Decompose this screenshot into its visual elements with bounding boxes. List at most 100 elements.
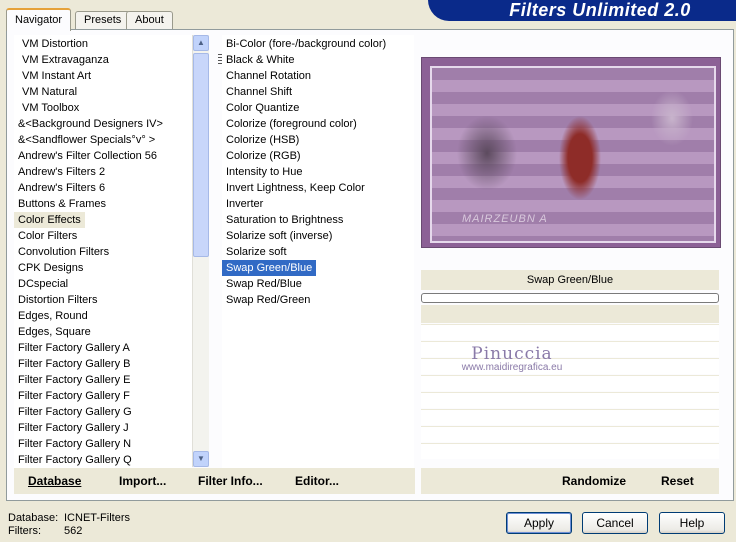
parameter-row [421,443,719,459]
filter-item[interactable]: Swap Red/Blue [222,276,414,292]
category-item[interactable]: Color Effects [14,212,192,228]
category-item[interactable]: &<Sandflower Specials°v° > [14,132,192,148]
filter-label: Color Quantize [226,102,300,114]
filter-item[interactable]: Channel Rotation [222,68,414,84]
category-item[interactable]: &<Background Designers IV> [14,116,192,132]
category-item[interactable]: Color Filters [14,228,192,244]
category-item[interactable]: Andrew's Filters 6 [14,180,192,196]
progress-bar [421,293,719,303]
category-label: Filter Factory Gallery N [18,438,132,450]
database-button[interactable]: Database [28,474,81,488]
category-item[interactable]: DCspecial [14,276,192,292]
category-label: Andrew's Filter Collection 56 [18,150,158,162]
category-item[interactable]: Filter Factory Gallery G [14,404,192,420]
filter-item[interactable]: Color Quantize [222,100,414,116]
scroll-thumb[interactable] [193,53,209,257]
parameter-header [421,305,719,323]
help-button[interactable]: Help [659,512,725,534]
apply-button[interactable]: Apply [506,512,572,534]
category-scrollbar[interactable]: ▲ ▼ [192,35,209,467]
filter-item[interactable]: Inverter [222,196,414,212]
filter-item[interactable]: Colorize (HSB) [222,132,414,148]
category-list[interactable]: VM Distortion VM Extravaganza VM Instant A… [14,35,192,468]
category-item[interactable]: Buttons & Frames [14,196,192,212]
category-item[interactable]: Convolution Filters [14,244,192,260]
filter-label: Bi-Color (fore-/background color) [226,38,387,50]
randomize-button[interactable]: Randomize [562,474,626,488]
category-label: VM Instant Art [22,70,92,82]
filter-item[interactable]: Saturation to Brightness [222,212,414,228]
scroll-down-button[interactable]: ▼ [193,451,209,467]
category-item[interactable]: VM Natural [14,84,192,100]
category-item[interactable]: Filter Factory Gallery B [14,356,192,372]
filter-item[interactable]: Bi-Color (fore-/background color) [222,36,414,52]
filter-item[interactable]: Solarize soft [222,244,414,260]
tab-navigator[interactable]: Navigator [6,8,72,31]
category-item[interactable]: Filter Factory Gallery E [14,372,192,388]
filter-item[interactable]: Swap Green/Blue [222,260,414,276]
category-item[interactable]: Edges, Round [14,308,192,324]
tab-about[interactable]: About [126,11,173,29]
category-label: Andrew's Filters 6 [18,182,106,194]
filter-item[interactable]: Black & White [222,52,414,68]
category-item[interactable]: CPK Designs [14,260,192,276]
category-item[interactable]: VM Distortion [14,36,192,52]
category-label: Filter Factory Gallery B [18,358,131,370]
database-status-label: Database: [8,512,59,524]
category-item[interactable]: Filter Factory Gallery A [14,340,192,356]
filter-item[interactable]: Solarize soft (inverse) [222,228,414,244]
category-label: &<Background Designers IV> [18,118,163,130]
category-item[interactable]: Andrew's Filters 2 [14,164,192,180]
parameter-row [421,324,719,340]
filter-item[interactable]: Channel Shift [222,84,414,100]
filters-status-value: 562 [64,525,83,537]
database-status: Database: ICNET-Filters [8,512,130,524]
category-label: VM Distortion [22,38,89,50]
category-label: CPK Designs [18,262,84,274]
selected-filter-name: Swap Green/Blue [421,270,719,290]
import-button[interactable]: Import... [119,474,166,488]
filter-label: Swap Red/Green [226,294,311,306]
category-item[interactable]: Distortion Filters [14,292,192,308]
preview-caption: MAIRZEUBN A [462,213,548,225]
category-item[interactable]: Filter Factory Gallery Q [14,452,192,468]
category-item[interactable]: VM Instant Art [14,68,192,84]
watermark-url: www.maidiregrafica.eu [461,362,563,373]
category-label: Color Effects [14,212,85,228]
editor-button[interactable]: Editor... [295,474,339,488]
filter-item[interactable]: Swap Red/Green [222,292,414,308]
category-item[interactable]: VM Toolbox [14,100,192,116]
category-label: Buttons & Frames [18,198,107,210]
category-label: VM Extravaganza [22,54,109,66]
filters-status-label: Filters: [8,525,41,537]
category-label: Filter Factory Gallery F [18,390,130,402]
reset-button[interactable]: Reset [661,474,694,488]
filter-label: Saturation to Brightness [226,214,344,226]
category-item[interactable]: Filter Factory Gallery F [14,388,192,404]
tab-presets[interactable]: Presets [75,11,131,29]
category-item[interactable]: Filter Factory Gallery J [14,420,192,436]
category-label: Andrew's Filters 2 [18,166,106,178]
filter-list[interactable]: Bi-Color (fore-/background color) Black &… [222,35,414,468]
filter-label: Solarize soft [226,246,287,258]
category-label: &<Sandflower Specials°v° > [18,134,156,146]
category-item[interactable]: VM Extravaganza [14,52,192,68]
category-label: Filter Factory Gallery J [18,422,129,434]
category-item[interactable]: Andrew's Filter Collection 56 [14,148,192,164]
filter-item[interactable]: Invert Lightness, Keep Color [222,180,414,196]
filter-item[interactable]: Intensity to Hue [222,164,414,180]
cancel-button[interactable]: Cancel [582,512,648,534]
filter-label: Channel Rotation [226,70,312,82]
category-label: Filter Factory Gallery E [18,374,131,386]
category-item[interactable]: Edges, Square [14,324,192,340]
filter-item[interactable]: Colorize (RGB) [222,148,414,164]
filter-label: Invert Lightness, Keep Color [226,182,365,194]
category-label: VM Natural [22,86,78,98]
category-item[interactable]: Filter Factory Gallery N [14,436,192,452]
filter-label: Colorize (RGB) [226,150,301,162]
scroll-up-button[interactable]: ▲ [193,35,209,51]
category-label: Filter Factory Gallery A [18,342,130,354]
filter-item[interactable]: Colorize (foreground color) [222,116,414,132]
filter-info-button[interactable]: Filter Info... [198,474,263,488]
category-label: DCspecial [18,278,69,290]
